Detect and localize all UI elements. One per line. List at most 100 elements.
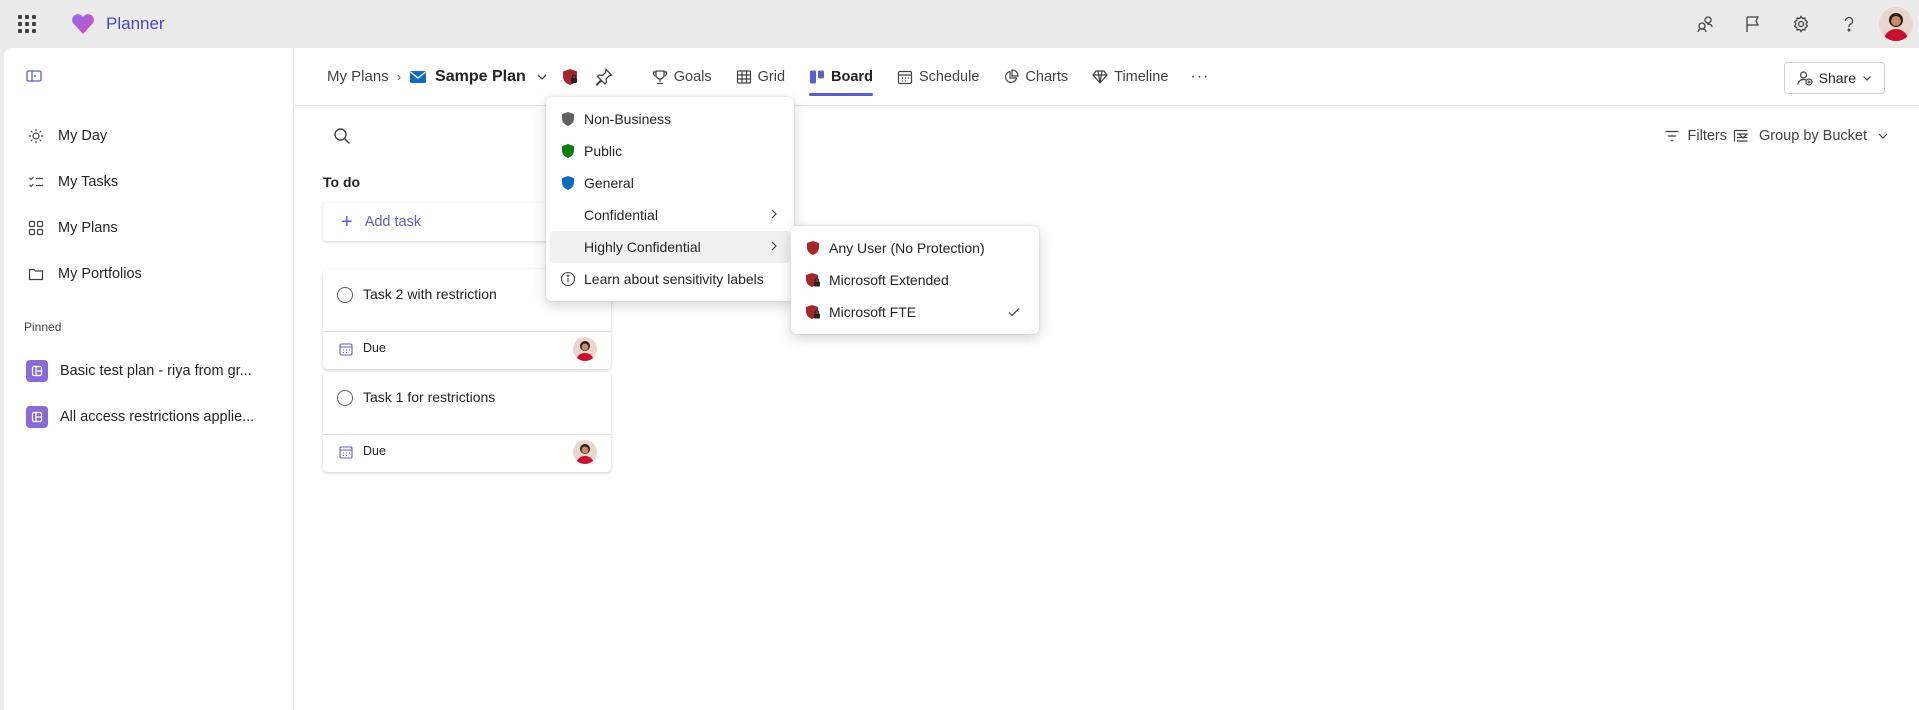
plan-title[interactable]: Sampe Plan <box>435 68 526 86</box>
tab-label: Goals <box>673 68 712 85</box>
folder-icon <box>26 264 46 284</box>
task-title: Task 2 with restriction <box>363 286 497 302</box>
chevron-right-icon <box>771 241 777 251</box>
settings-icon[interactable] <box>1777 0 1825 48</box>
bucket-title[interactable]: To do <box>323 174 360 190</box>
submenu-item-any-user[interactable]: Any User (No Protection) <box>795 232 1035 264</box>
chevron-down-icon <box>1878 133 1888 139</box>
calendar-icon <box>339 446 353 459</box>
sun-icon <box>26 126 46 146</box>
nav-my-plans[interactable]: My Plans <box>4 208 294 248</box>
pin-icon[interactable] <box>594 67 614 87</box>
tab-timeline[interactable]: Timeline <box>1080 48 1180 106</box>
plan-header: My Plans › Sampe Plan Goals Grid Board S… <box>295 48 1919 106</box>
nav-my-day[interactable]: My Day <box>4 116 294 156</box>
menu-item-learn-more[interactable]: Learn about sensitivity labels <box>550 263 790 295</box>
menu-item-non-business[interactable]: Non-Business <box>550 103 790 135</box>
help-icon[interactable] <box>1825 0 1873 48</box>
content-area: My Plans › Sampe Plan Goals Grid Board S… <box>295 48 1919 710</box>
tasks-icon <box>26 172 46 192</box>
card-divider <box>323 434 611 435</box>
collapse-nav-icon[interactable] <box>24 66 44 86</box>
menu-item-confidential[interactable]: Confidential <box>550 199 790 231</box>
more-views-button[interactable]: ··· <box>1180 48 1219 106</box>
menu-item-label: Non-Business <box>584 111 672 127</box>
sensitivity-label-icon[interactable] <box>560 67 580 87</box>
filters-label: Filters <box>1687 128 1727 144</box>
trophy-icon <box>652 69 667 84</box>
tab-charts[interactable]: Charts <box>991 48 1080 106</box>
shield-lock-icon <box>805 304 821 320</box>
complete-task-checkbox[interactable] <box>337 390 353 406</box>
shield-icon <box>560 111 576 127</box>
add-task-label: Add task <box>364 214 422 230</box>
pinned-plan-label: Basic test plan - riya from gr... <box>60 363 252 379</box>
pinned-plan-label: All access restrictions applie... <box>60 409 255 425</box>
top-bar: Planner <box>0 0 1919 48</box>
chevron-right-icon: › <box>396 69 402 84</box>
menu-item-label: Microsoft FTE <box>829 304 917 320</box>
submenu-item-microsoft-fte[interactable]: Microsoft FTE <box>795 296 1035 328</box>
tab-label: Schedule <box>918 68 980 85</box>
menu-item-label: Any User (No Protection) <box>829 240 985 256</box>
card-divider <box>323 331 611 332</box>
tab-schedule[interactable]: Schedule <box>885 48 991 106</box>
plan-mail-icon <box>410 70 427 83</box>
main-frame: My Day My Tasks My Plans My Portfolios P… <box>4 48 1919 710</box>
pinned-plan-item[interactable]: Basic test plan - riya from gr... <box>4 351 294 391</box>
menu-item-general[interactable]: General <box>550 167 790 199</box>
task-card[interactable]: Task 1 for restrictions Due <box>323 372 611 472</box>
shield-icon <box>805 240 821 256</box>
shield-icon <box>560 175 576 191</box>
share-person-icon <box>1797 71 1813 86</box>
calendar-icon <box>339 343 353 356</box>
assignee-avatar[interactable] <box>573 337 597 361</box>
nav-label: My Day <box>58 128 108 144</box>
checkmark-icon <box>1008 308 1020 317</box>
tab-board[interactable]: Board <box>797 48 885 106</box>
tab-label: Grid <box>757 68 786 85</box>
tab-label: Timeline <box>1114 68 1169 85</box>
share-button[interactable]: Share <box>1783 62 1885 94</box>
shield-lock-icon <box>805 272 821 288</box>
feedback-icon[interactable] <box>1681 0 1729 48</box>
menu-item-label: General <box>584 175 634 191</box>
task-title: Task 1 for restrictions <box>363 389 496 405</box>
menu-item-label: Confidential <box>584 207 658 223</box>
pinned-plan-item[interactable]: All access restrictions applie... <box>4 397 294 437</box>
planner-logo-icon <box>72 14 94 34</box>
submenu-item-microsoft-extended[interactable]: Microsoft Extended <box>795 264 1035 296</box>
nav-my-portfolios[interactable]: My Portfolios <box>4 254 294 294</box>
group-by-button[interactable]: Group by Bucket <box>1733 128 1889 144</box>
menu-item-public[interactable]: Public <box>550 135 790 167</box>
menu-item-label: Learn about sensitivity labels <box>584 271 764 287</box>
list-group-icon <box>1733 129 1748 142</box>
app-name[interactable]: Planner <box>106 14 165 34</box>
info-icon <box>560 271 576 287</box>
tab-label: Charts <box>1025 68 1069 85</box>
plan-icon <box>26 406 48 428</box>
chevron-down-icon[interactable] <box>536 71 548 83</box>
menu-item-label: Microsoft Extended <box>829 272 949 288</box>
nav-label: My Plans <box>58 220 118 236</box>
waffle-icon <box>18 15 36 33</box>
complete-task-checkbox[interactable] <box>337 287 353 303</box>
flag-icon[interactable] <box>1729 0 1777 48</box>
board-icon <box>810 70 825 83</box>
assignee-avatar[interactable] <box>573 440 597 464</box>
chart-icon <box>1005 68 1020 83</box>
user-avatar[interactable] <box>1879 7 1913 41</box>
due-date[interactable]: Due <box>363 444 386 458</box>
nav-my-tasks[interactable]: My Tasks <box>4 162 294 202</box>
tab-label: Board <box>831 68 873 85</box>
breadcrumb-my-plans[interactable]: My Plans <box>327 68 389 85</box>
group-by-label: Group by Bucket <box>1759 128 1867 144</box>
menu-item-highly-confidential[interactable]: Highly Confidential <box>550 231 790 263</box>
nav-label: My Tasks <box>58 174 119 190</box>
nav-label: My Portfolios <box>58 266 142 282</box>
due-date[interactable]: Due <box>363 341 386 355</box>
diamond-icon <box>1092 69 1108 84</box>
app-launcher-button[interactable] <box>0 0 54 48</box>
search-icon[interactable] <box>333 127 351 145</box>
pinned-heading: Pinned <box>24 320 62 334</box>
